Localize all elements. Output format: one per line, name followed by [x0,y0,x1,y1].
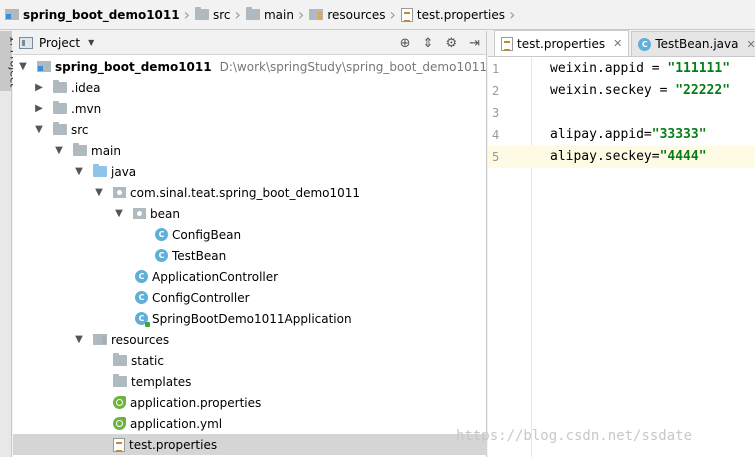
code-line[interactable]: weixin.appid = "111111" [532,58,755,80]
chevron-right-icon: › [234,4,241,24]
tree-item-applicationcontroller[interactable]: C ApplicationController [13,266,487,287]
tree-item-main[interactable]: ▼ main [13,140,487,161]
tree-item-idea[interactable]: ▶ .idea [13,77,487,98]
package-icon [133,208,146,219]
tree-item-project-root[interactable]: ▼ spring_boot_demo1011 D:\work\springStu… [13,56,487,77]
resources-folder-icon [93,334,107,345]
breadcrumb-item-src[interactable]: src [193,0,233,30]
navigation-breadcrumb: spring_boot_demo1011 › src › main › reso… [0,0,755,30]
code-line[interactable]: alipay.appid="33333" [532,124,755,146]
tree-item-test-properties[interactable]: test.properties [13,434,487,455]
code-line[interactable]: weixin.seckey = "22222" [532,80,755,102]
chevron-right-icon[interactable]: ▶ [33,82,45,93]
tree-item-application-properties[interactable]: application.properties [13,392,487,413]
tree-item-mvn[interactable]: ▶ .mvn [13,98,487,119]
line-number: 5 [488,146,532,168]
collapse-icon[interactable]: ⇕ [423,36,434,51]
spring-config-icon [113,396,126,409]
folder-icon [113,353,127,366]
chevron-down-icon[interactable]: ▼ [93,187,105,198]
tab-test-properties[interactable]: test.properties ✕ [494,30,630,56]
module-icon [5,9,19,20]
project-panel-toolbar: ⊕ ⇕ ⚙ ⇥ [400,31,480,55]
tree-item-configcontroller[interactable]: C ConfigController [13,287,487,308]
tree-item-application-yml[interactable]: application.yml [13,413,487,434]
project-panel-header: Project ▼ ⊕ ⇕ ⚙ ⇥ [13,31,486,55]
folder-icon [73,143,87,156]
module-icon [37,61,51,72]
folder-icon [53,80,67,93]
tree-item-package-root[interactable]: ▼ com.sinal.teat.spring_boot_demo1011 [13,182,487,203]
code-line-current[interactable]: alipay.seckey="4444" [532,146,755,168]
tree-item-configbean[interactable]: C ConfigBean [13,224,487,245]
chevron-right-icon: › [297,4,305,24]
left-tool-strip: 1: Project [0,31,20,457]
resources-folder-icon [309,9,324,20]
folder-icon [113,374,127,387]
chevron-right-icon[interactable]: ▶ [33,103,45,114]
class-icon: C [155,228,168,241]
chevron-down-icon[interactable]: ▼ [53,145,65,156]
application-class-icon: C [135,312,150,327]
tree-item-java[interactable]: ▼ java [13,161,487,182]
tree-item-templates[interactable]: templates [13,371,487,392]
package-icon [113,187,126,198]
chevron-down-icon[interactable]: ▼ [17,61,29,72]
source-folder-icon [93,164,107,177]
line-number: 3 [492,106,500,120]
line-number: 4 [492,128,500,142]
project-tree: ▼ spring_boot_demo1011 D:\work\springStu… [13,56,487,457]
tree-item-bean[interactable]: ▼ bean [13,203,487,224]
project-view-icon [19,36,33,49]
breadcrumb-item-main[interactable]: main [244,0,296,30]
editor-area: test.properties ✕ C TestBean.java ✕ 1 2 … [488,30,755,457]
folder-icon [53,122,67,135]
tab-testbean-java[interactable]: C TestBean.java ✕ [631,31,755,56]
editor-tabs: test.properties ✕ C TestBean.java ✕ [488,30,755,57]
folder-icon [245,7,260,20]
code-line[interactable] [532,102,755,124]
breadcrumb-item-resources[interactable]: resources [307,0,387,30]
target-icon[interactable]: ⊕ [400,36,411,51]
properties-file-icon [113,437,125,452]
chevron-down-icon[interactable]: ▼ [73,166,85,177]
dropdown-arrow-icon[interactable]: ▼ [88,38,94,47]
folder-icon [195,7,209,20]
code-editor[interactable]: weixin.appid = "111111" weixin.seckey = … [532,58,755,457]
watermark-text: https://blog.csdn.net/ssdate [456,428,693,444]
class-icon: C [638,37,652,51]
chevron-down-icon[interactable]: ▼ [33,124,45,135]
chevron-down-icon[interactable]: ▼ [113,208,125,219]
class-icon: C [155,249,168,262]
properties-file-icon [400,7,413,22]
tree-item-springbootdemo1011application[interactable]: C SpringBootDemo1011Application [13,308,487,329]
close-icon[interactable]: ✕ [613,37,622,50]
chevron-right-icon: › [183,4,190,24]
hide-icon[interactable]: ⇥ [469,36,480,51]
project-view-selector[interactable]: Project [39,36,80,50]
project-tool-window-tab[interactable]: 1: Project [0,31,20,91]
chevron-down-icon[interactable]: ▼ [73,334,85,345]
class-icon: C [135,270,148,283]
line-number: 2 [492,84,500,98]
tree-item-src[interactable]: ▼ src [13,119,487,140]
class-icon: C [135,291,148,304]
spring-config-icon [113,417,126,430]
line-number-gutter: 1 2 3 4 5 [488,58,532,457]
chevron-right-icon: › [509,4,516,24]
breadcrumb-item-project[interactable]: spring_boot_demo1011 [3,0,182,30]
chevron-right-icon: › [389,4,396,24]
breadcrumb-item-test-properties[interactable]: test.properties [399,0,507,30]
close-icon[interactable]: ✕ [747,38,755,51]
line-number: 1 [492,62,500,76]
tree-item-resources[interactable]: ▼ resources [13,329,487,350]
folder-icon [53,101,67,114]
properties-file-icon [501,36,513,51]
tree-item-static[interactable]: static [13,350,487,371]
gear-icon[interactable]: ⚙ [445,36,457,51]
project-panel: Project ▼ ⊕ ⇕ ⚙ ⇥ ▼ spring_boot_demo1011… [13,31,487,457]
tree-item-testbean[interactable]: C TestBean [13,245,487,266]
